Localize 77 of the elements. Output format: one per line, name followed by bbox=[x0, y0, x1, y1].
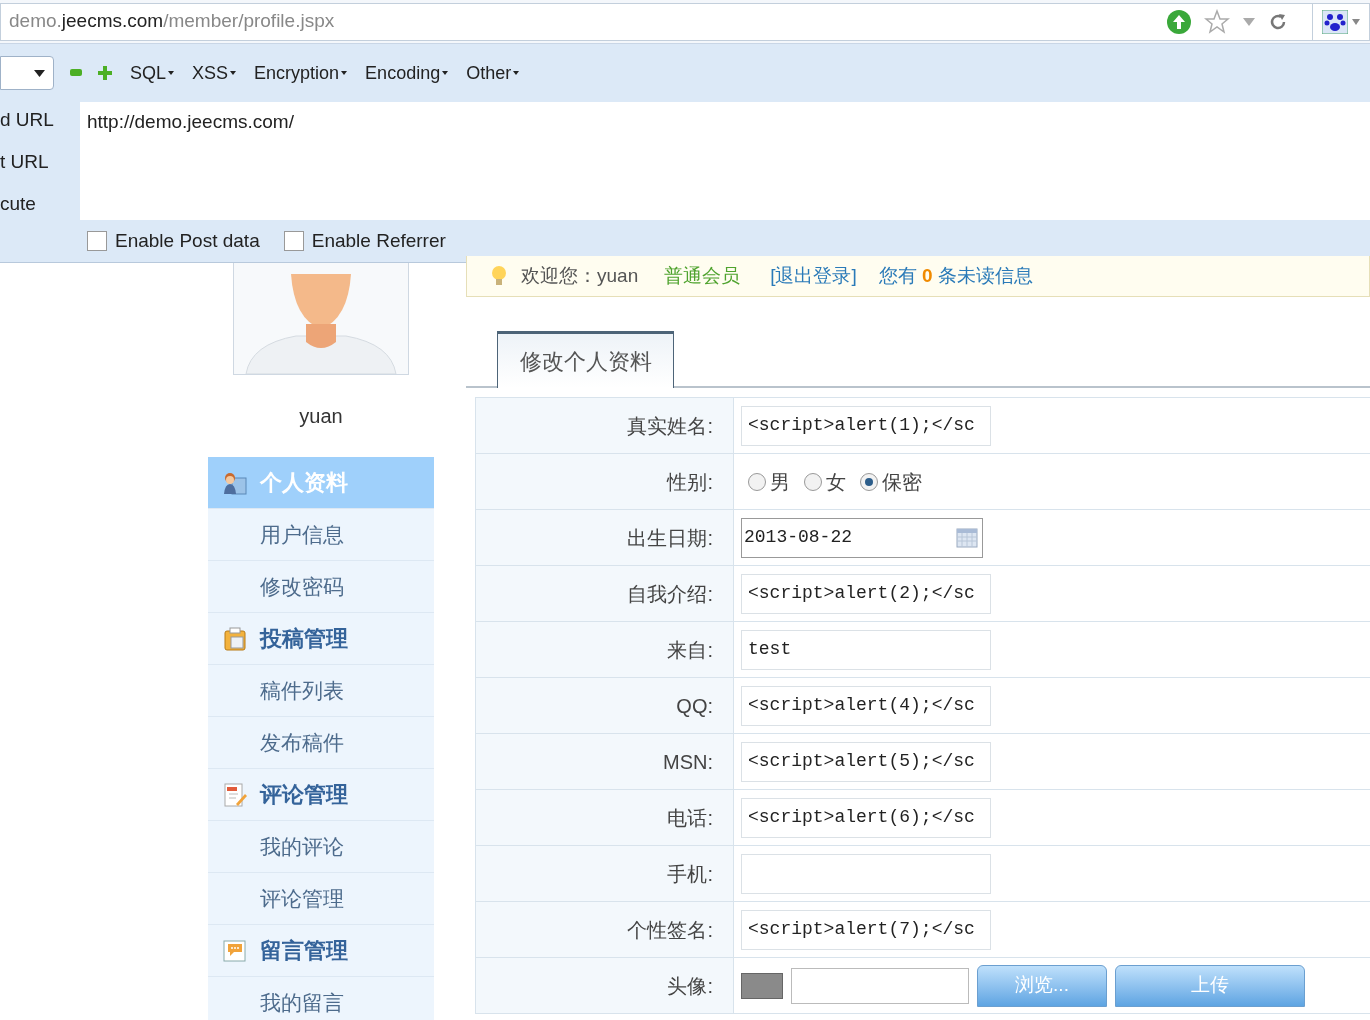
menu-button[interactable]: XSS bbox=[192, 59, 237, 87]
radio-label: 保密 bbox=[882, 469, 922, 495]
menu-button[interactable]: Other bbox=[466, 59, 520, 87]
sidebar-item[interactable]: 修改密码 bbox=[208, 561, 434, 613]
reload-icon[interactable] bbox=[1268, 11, 1288, 32]
minus-icon[interactable] bbox=[70, 69, 82, 77]
thumbnail-icon bbox=[741, 972, 783, 999]
checkbox[interactable] bbox=[87, 231, 107, 251]
sidebar-item[interactable]: 稿件列表 bbox=[208, 665, 434, 717]
input-field[interactable]: <script>alert(5);</sc bbox=[741, 741, 991, 782]
input-field[interactable]: <script>alert(6);</sc bbox=[741, 797, 991, 838]
sidebar-item[interactable]: 留言管理 bbox=[208, 925, 434, 977]
checkbox-label: Enable Referrer bbox=[311, 228, 446, 253]
radio-button[interactable] bbox=[804, 472, 822, 491]
caret-icon bbox=[341, 71, 348, 75]
checkbox[interactable] bbox=[283, 231, 304, 251]
lightbulb-icon bbox=[491, 265, 507, 287]
input-field[interactable]: <script>alert(7);</sc bbox=[741, 909, 991, 950]
checkbox-label: Enable Post data bbox=[115, 228, 260, 253]
caret-icon bbox=[442, 71, 449, 75]
sidebar-item[interactable]: 发布稿件 bbox=[208, 717, 434, 769]
menu-button[interactable]: Encryption bbox=[254, 59, 348, 87]
caret-icon bbox=[34, 69, 45, 77]
username: yuan bbox=[299, 404, 343, 429]
sidebar-item[interactable]: 我的评论 bbox=[208, 821, 434, 873]
field-label: 来自: bbox=[476, 622, 734, 677]
radio-label: 男 bbox=[770, 469, 790, 495]
sidebar-item[interactable]: 用户信息 bbox=[208, 509, 434, 561]
input-field[interactable]: test bbox=[741, 629, 991, 670]
field-label: 真实姓名: bbox=[476, 398, 734, 453]
paw-icon[interactable] bbox=[1322, 9, 1348, 34]
menu-button[interactable]: SQL bbox=[130, 59, 175, 87]
radio-label: 女 bbox=[826, 469, 846, 495]
radio-button[interactable] bbox=[748, 472, 766, 491]
clipboard-icon bbox=[222, 625, 248, 652]
field-label: 出生日期: bbox=[476, 510, 734, 565]
sidebar-item[interactable]: 评论管理 bbox=[208, 769, 434, 821]
caret-icon bbox=[230, 71, 237, 75]
dropdown-icon[interactable] bbox=[1242, 16, 1256, 27]
action-button[interactable]: cute bbox=[0, 192, 36, 216]
menu-button[interactable]: Encoding bbox=[365, 59, 449, 87]
action-button[interactable]: d URL bbox=[0, 108, 54, 132]
input-field[interactable]: <script>alert(4);</sc bbox=[741, 685, 991, 726]
input-field[interactable] bbox=[741, 853, 991, 894]
field-label: QQ: bbox=[476, 678, 734, 733]
sidebar-item[interactable]: 评论管理 bbox=[208, 873, 434, 925]
field-label: 个性签名: bbox=[476, 902, 734, 957]
field-label: 自我介绍: bbox=[476, 566, 734, 621]
date-field[interactable]: 2013-08-22 bbox=[741, 517, 983, 558]
field-label: 电话: bbox=[476, 790, 734, 845]
input-field[interactable]: <script>alert(1);</sc bbox=[741, 405, 991, 446]
sidebar-item[interactable]: 投稿管理 bbox=[208, 613, 434, 665]
dropdown-icon[interactable] bbox=[1352, 18, 1360, 25]
field-label: 性别: bbox=[476, 454, 734, 509]
star-icon[interactable] bbox=[1204, 8, 1230, 35]
sidebar-item[interactable]: 我的留言 bbox=[208, 977, 434, 1020]
field-label: 头像: bbox=[476, 958, 734, 1013]
speech-bubble-icon bbox=[222, 937, 248, 964]
go-icon[interactable] bbox=[1166, 8, 1192, 35]
welcome-text: 欢迎您：yuan bbox=[521, 263, 639, 288]
logout-link[interactable]: [退出登录] bbox=[770, 261, 857, 291]
caret-icon bbox=[168, 71, 175, 75]
calendar-icon[interactable] bbox=[956, 527, 978, 548]
file-field[interactable] bbox=[791, 967, 969, 1004]
dropdown[interactable] bbox=[0, 56, 54, 90]
tab[interactable]: 修改个人资料 bbox=[497, 331, 674, 388]
member-level: 普通会员 bbox=[664, 263, 741, 288]
field-label: 手机: bbox=[476, 846, 734, 901]
caret-icon bbox=[513, 71, 520, 75]
document-pen-icon bbox=[222, 781, 248, 808]
unread-message-text: 您有 0 条未读信息 bbox=[878, 263, 1033, 288]
radio-button[interactable] bbox=[860, 472, 878, 491]
url-textarea[interactable]: http://demo.jeecms.com/ bbox=[80, 102, 1370, 220]
action-button[interactable]: t URL bbox=[0, 150, 49, 174]
input-field[interactable]: <script>alert(2);</sc bbox=[741, 573, 991, 614]
field-label: MSN: bbox=[476, 734, 734, 789]
plus-icon[interactable] bbox=[98, 66, 112, 80]
